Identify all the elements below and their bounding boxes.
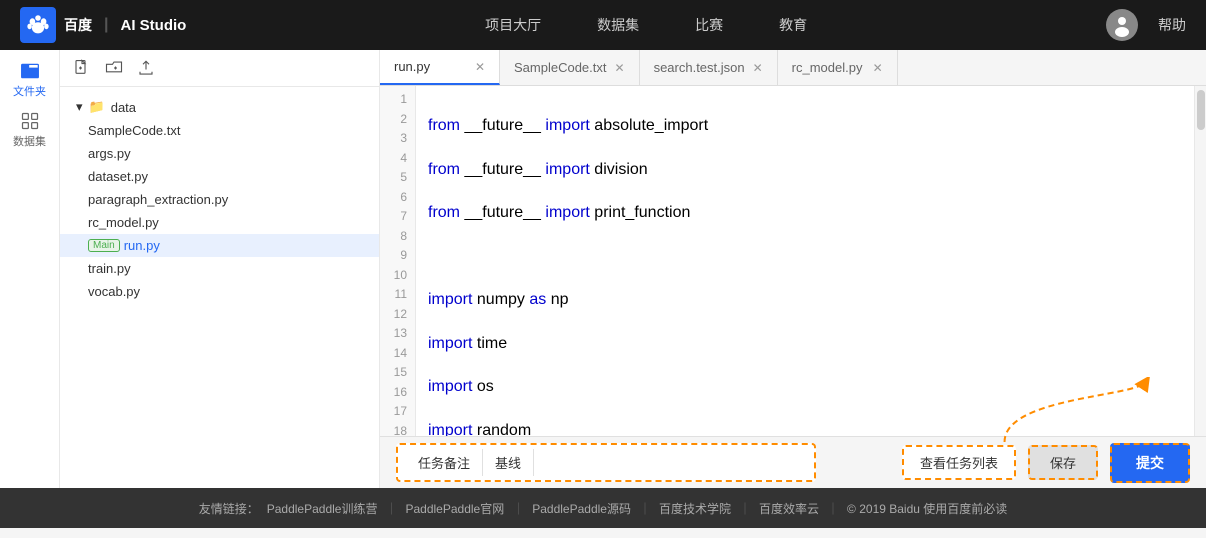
file-name: run.py bbox=[124, 238, 351, 253]
file-name: dataset.py bbox=[88, 169, 351, 184]
avatar[interactable] bbox=[1106, 9, 1138, 41]
nav-datasets[interactable]: 数据集 bbox=[589, 11, 647, 39]
header-right: 帮助 bbox=[1106, 9, 1186, 41]
nav-education[interactable]: 教育 bbox=[771, 11, 815, 39]
action-right: 查看任务列表 保存 提交 bbox=[902, 443, 1190, 483]
logo-separator: | bbox=[104, 16, 108, 34]
save-button[interactable]: 保存 bbox=[1028, 445, 1098, 480]
logo-area: 百度 | AI Studio bbox=[20, 7, 186, 43]
footer-copyright: © 2019 Baidu 使用百度前必读 bbox=[847, 500, 1007, 517]
file-name: train.py bbox=[88, 261, 351, 276]
new-folder-icon[interactable] bbox=[104, 58, 124, 78]
file-item-runpy[interactable]: Main run.py bbox=[60, 234, 379, 257]
tab-close-samplecode[interactable]: ✕ bbox=[615, 61, 625, 75]
code-scroll-area: 12345 678910 1112131415 1617181920 21222… bbox=[380, 86, 1206, 436]
folder-data[interactable]: ▾ 📁 data bbox=[60, 95, 379, 119]
footer-sep: ｜ bbox=[739, 500, 751, 517]
header: 百度 | AI Studio 项目大厅 数据集 比赛 教育 帮助 bbox=[0, 0, 1206, 50]
file-toolbar bbox=[60, 50, 379, 87]
baidu-text: 百度 bbox=[64, 15, 92, 35]
line-numbers: 12345 678910 1112131415 1617181920 21222… bbox=[380, 86, 416, 436]
footer: 友情链接： PaddlePaddle训练营 ｜ PaddlePaddle官网 ｜… bbox=[0, 488, 1206, 528]
footer-link-5[interactable]: 百度效率云 bbox=[759, 500, 819, 517]
tab-close-searchjson[interactable]: ✕ bbox=[753, 61, 763, 75]
files-label: 文件夹 bbox=[13, 83, 46, 99]
code-content[interactable]: from __future__ import absolute_import f… bbox=[416, 86, 1194, 436]
studio-text: AI Studio bbox=[120, 17, 186, 34]
main-badge: Main bbox=[88, 239, 120, 252]
task-note-input[interactable] bbox=[534, 451, 806, 474]
upload-icon[interactable] bbox=[136, 58, 156, 78]
footer-link-1[interactable]: PaddlePaddle训练营 bbox=[267, 500, 378, 517]
tab-close-rcmodel[interactable]: ✕ bbox=[873, 61, 883, 75]
chevron-down-icon: ▾ bbox=[76, 99, 83, 115]
file-name: vocab.py bbox=[88, 284, 351, 299]
nav-projects[interactable]: 项目大厅 bbox=[477, 11, 549, 39]
file-item-samplecode[interactable]: SampleCode.txt bbox=[60, 119, 379, 142]
sidebar-item-files[interactable]: 文件夹 bbox=[10, 60, 50, 100]
tab-label: run.py bbox=[394, 59, 430, 74]
tab-close-runpy[interactable]: ✕ bbox=[475, 60, 485, 74]
footer-sep: ｜ bbox=[639, 500, 651, 517]
file-item-dataset[interactable]: dataset.py bbox=[60, 165, 379, 188]
file-item-args[interactable]: args.py bbox=[60, 142, 379, 165]
file-item-vocab[interactable]: vocab.py bbox=[60, 280, 379, 303]
datasets-label: 数据集 bbox=[13, 133, 46, 149]
file-item-rcmodel[interactable]: rc_model.py bbox=[60, 211, 379, 234]
footer-sep: ｜ bbox=[827, 500, 839, 517]
help-link[interactable]: 帮助 bbox=[1158, 15, 1186, 35]
file-name: rc_model.py bbox=[88, 215, 351, 230]
tabs-bar: run.py ✕ SampleCode.txt ✕ search.test.js… bbox=[380, 50, 1206, 86]
new-file-icon[interactable] bbox=[72, 58, 92, 78]
action-bar: 任务备注 基线 查看任务列表 保存 提交 bbox=[380, 436, 1206, 488]
file-name: SampleCode.txt bbox=[88, 123, 351, 138]
submit-button[interactable]: 提交 bbox=[1110, 443, 1190, 483]
tab-label: SampleCode.txt bbox=[514, 60, 607, 75]
header-nav: 项目大厅 数据集 比赛 教育 bbox=[226, 11, 1066, 39]
footer-prefix: 友情链接： bbox=[199, 500, 259, 517]
file-tree: ▾ 📁 data SampleCode.txt args.py dataset.… bbox=[60, 87, 379, 488]
footer-link-2[interactable]: PaddlePaddle官网 bbox=[405, 500, 504, 517]
sidebar-item-datasets[interactable]: 数据集 bbox=[10, 110, 50, 150]
tab-rcmodel[interactable]: rc_model.py ✕ bbox=[778, 50, 898, 85]
folder-icon: 📁 bbox=[89, 99, 105, 115]
baidu-logo bbox=[20, 7, 56, 43]
tab-label: rc_model.py bbox=[792, 60, 863, 75]
tab-samplecode[interactable]: SampleCode.txt ✕ bbox=[500, 50, 640, 85]
file-item-train[interactable]: train.py bbox=[60, 257, 379, 280]
file-item-paragraph[interactable]: paragraph_extraction.py bbox=[60, 188, 379, 211]
footer-sep: ｜ bbox=[512, 500, 524, 517]
file-name: paragraph_extraction.py bbox=[88, 192, 351, 207]
file-panel: ▾ 📁 data SampleCode.txt args.py dataset.… bbox=[60, 50, 380, 488]
task-note-tab[interactable]: 任务备注 bbox=[406, 449, 483, 476]
main-layout: 文件夹 数据集 bbox=[0, 50, 1206, 488]
footer-sep: ｜ bbox=[385, 500, 397, 517]
task-list-button[interactable]: 查看任务列表 bbox=[902, 445, 1016, 480]
nav-competition[interactable]: 比赛 bbox=[687, 11, 731, 39]
file-name: args.py bbox=[88, 146, 351, 161]
scrollbar-thumb[interactable] bbox=[1197, 90, 1205, 130]
vertical-scrollbar[interactable] bbox=[1194, 86, 1206, 436]
editor-wrapper: run.py ✕ SampleCode.txt ✕ search.test.js… bbox=[380, 50, 1206, 488]
tab-label: search.test.json bbox=[654, 60, 745, 75]
action-input-group: 任务备注 基线 bbox=[396, 443, 816, 482]
folder-name: data bbox=[111, 100, 136, 115]
footer-link-4[interactable]: 百度技术学院 bbox=[659, 500, 731, 517]
left-sidebar: 文件夹 数据集 bbox=[0, 50, 60, 488]
footer-link-3[interactable]: PaddlePaddle源码 bbox=[532, 500, 631, 517]
tab-searchjson[interactable]: search.test.json ✕ bbox=[640, 50, 778, 85]
tab-runpy[interactable]: run.py ✕ bbox=[380, 50, 500, 85]
baseline-tab[interactable]: 基线 bbox=[483, 449, 534, 476]
